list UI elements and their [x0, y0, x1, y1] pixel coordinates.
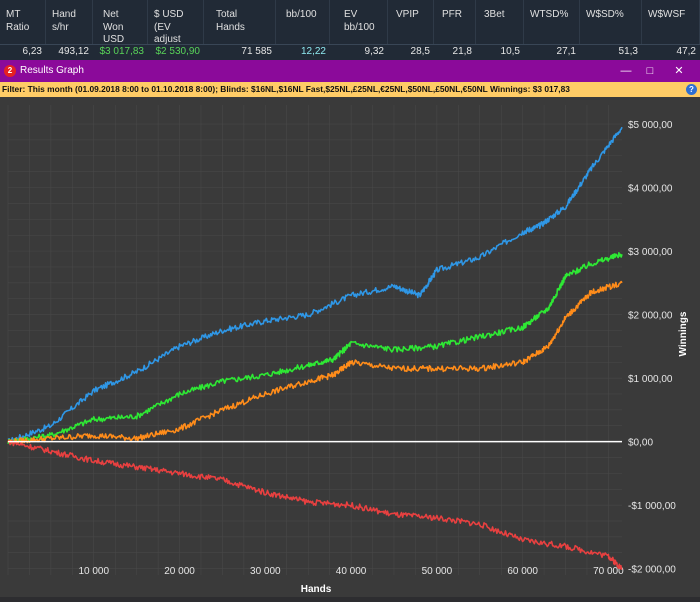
y-tick-label: $2 000,00 [628, 311, 673, 322]
stats-header-label: bb/100 [286, 9, 317, 20]
stats-header-label: 3Bet [484, 9, 505, 20]
stats-header-label: MT Ratio [6, 9, 30, 33]
stats-header-label: Total Hands [216, 9, 245, 33]
x-tick-label: 20 000 [164, 566, 195, 577]
x-axis-label: Hands [301, 584, 332, 595]
y-tick-label: $0,00 [628, 438, 653, 449]
window-titlebar[interactable]: 2 Results Graph — □ ✕ [0, 60, 700, 82]
stats-value-9: 10,5 [500, 46, 520, 57]
stats-header-11[interactable]: W$SD% [580, 0, 642, 44]
stats-header-label: EV bb/100 [344, 9, 375, 33]
stats-value-12: 47,2 [676, 46, 696, 57]
stats-header-9[interactable]: 3Bet [476, 0, 524, 44]
filter-text-wrap: Filter: This month (01.09.2018 8:00 to 0… [2, 82, 570, 97]
stats-value-1: 493,12 [58, 46, 89, 57]
y-axis-label: Winnings [678, 311, 689, 356]
x-tick-label: 30 000 [250, 566, 281, 577]
app-badge-icon: 2 [4, 65, 16, 77]
stats-header-label: VPIP [396, 9, 419, 20]
x-tick-label: 10 000 [78, 566, 109, 577]
stats-header-10[interactable]: WTSD% [524, 0, 580, 44]
stats-header-1[interactable]: Hand s/hr [46, 0, 93, 44]
filter-bar: Filter: This month (01.09.2018 8:00 to 0… [0, 82, 700, 97]
stats-table: MT Ratio Hand s/hr Net Won USD $ USD (EV ad… [0, 0, 700, 60]
y-tick-label: -$1 000,00 [628, 501, 676, 512]
stats-header-label: Hand s/hr [52, 9, 76, 33]
stats-value-0: 6,23 [22, 46, 42, 57]
stats-header-label: W$SD% [586, 9, 624, 20]
stats-value-6: 9,32 [364, 46, 384, 57]
stats-header-7[interactable]: VPIP [388, 0, 434, 44]
stats-header-label: PFR [442, 9, 462, 20]
close-icon[interactable]: ✕ [670, 63, 688, 79]
stats-value-3: $2 530,90 [155, 46, 201, 57]
stats-value-4: 71 585 [241, 46, 272, 57]
net-won-line [7, 126, 623, 445]
stats-header-label: $ USD (EV adjust [154, 9, 184, 45]
x-tick-label: 60 000 [507, 566, 538, 577]
minimize-icon[interactable]: — [617, 63, 635, 79]
stats-header-label: W$WSF [648, 9, 686, 20]
stats-header-8[interactable]: PFR [434, 0, 476, 44]
x-tick-label: 50 000 [422, 566, 453, 577]
stats-value-11: 51,3 [618, 46, 638, 57]
stats-value-10: 27,1 [556, 46, 576, 57]
help-icon[interactable]: ? [686, 84, 697, 95]
stats-header-label: Net Won USD [103, 9, 125, 45]
y-tick-label: $4 000,00 [628, 184, 673, 195]
stats-header-12[interactable]: W$WSF [642, 0, 700, 44]
stats-value-2: $3 017,83 [99, 46, 145, 57]
all-in-ev-line [7, 439, 623, 571]
stats-header-6[interactable]: EV bb/100 [330, 0, 388, 44]
y-tick-label: -$2 000,00 [628, 565, 676, 576]
y-tick-label: $1 000,00 [628, 374, 673, 385]
filter-text: This month (01.09.2018 8:00 to 01.10.201… [27, 84, 570, 94]
filter-prefix: Filter: [2, 84, 28, 94]
y-tick-label: $5 000,00 [628, 120, 673, 131]
stats-header-0[interactable]: MT Ratio [0, 0, 46, 44]
x-tick-label: 40 000 [336, 566, 367, 577]
stats-value-7: 28,5 [410, 46, 430, 57]
stats-header-2[interactable]: Net Won USD [93, 0, 148, 45]
results-graph: $5 000,00 $4 000,00 $3 000,00 $2 000,00 $1 0… [0, 97, 700, 597]
stats-value-8: 21,8 [452, 46, 472, 57]
stats-value-5: 12,22 [300, 46, 326, 57]
window-title: Results Graph [20, 65, 84, 76]
showdown-winnings-line [7, 252, 623, 445]
stats-header-3[interactable]: $ USD (EV adjust [148, 0, 204, 45]
y-tick-label: $3 000,00 [628, 247, 673, 258]
results-chart-svg: $5 000,00 $4 000,00 $3 000,00 $2 000,00 $1 0… [7, 105, 689, 595]
stats-header-5[interactable]: bb/100 [276, 0, 330, 44]
stats-header-4[interactable]: Total Hands [204, 0, 276, 44]
stats-header-label: WTSD% [530, 9, 569, 20]
maximize-icon[interactable]: □ [641, 63, 659, 79]
